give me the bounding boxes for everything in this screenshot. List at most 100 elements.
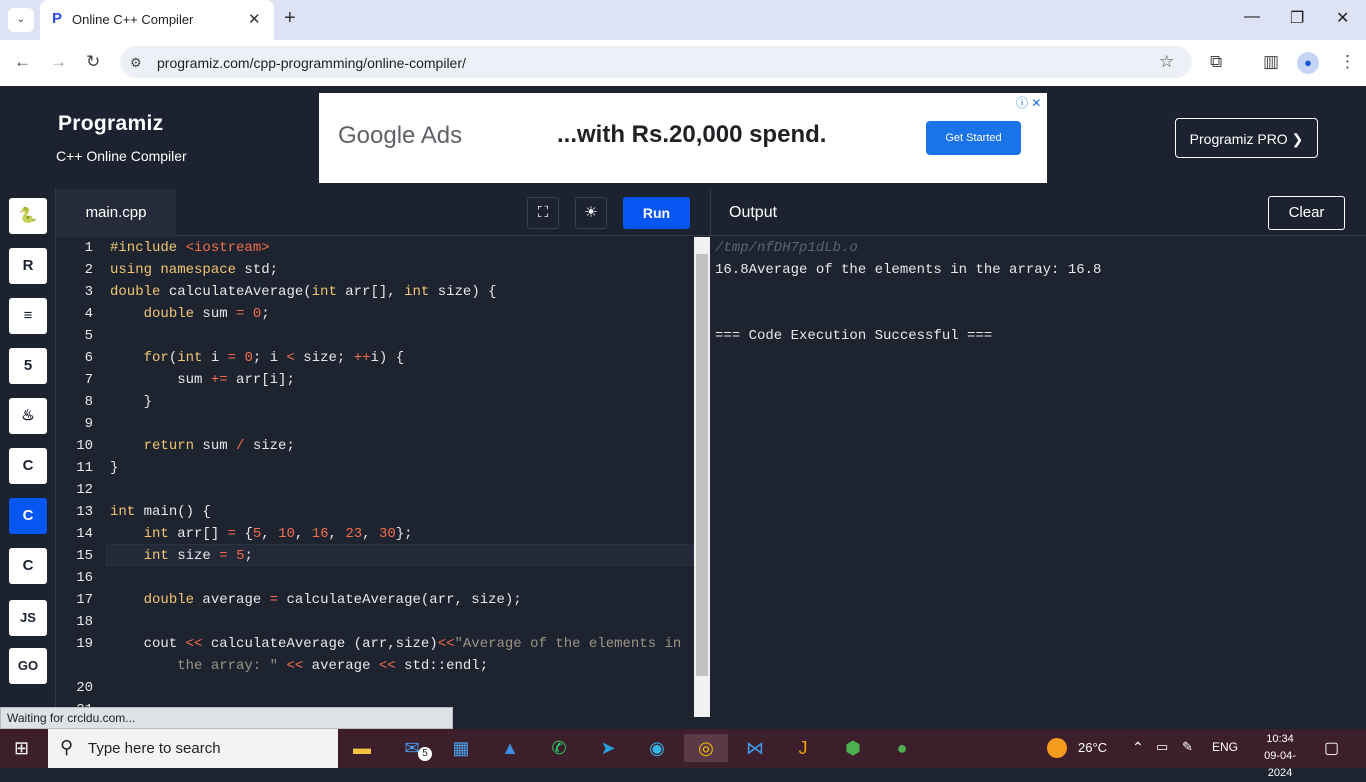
output-console[interactable]: /tmp/nfDH7p1dLb.o 16.8Average of the ele… — [711, 237, 1366, 729]
line-number: 9 — [84, 416, 93, 432]
clock-date: 09-04-2024 — [1264, 750, 1296, 779]
code-line: sum += arr[i]; — [110, 372, 295, 388]
line-number: 6 — [84, 350, 93, 366]
sidebar-item-r[interactable]: R — [9, 248, 47, 284]
sidebar-item-sql[interactable]: ≡ — [9, 298, 47, 334]
weather-temperature[interactable]: 26°C — [1078, 740, 1107, 755]
code-line: double average = calculateAverage(arr, s… — [143, 592, 522, 608]
minimize-icon[interactable]: — — [1244, 8, 1260, 26]
line-number: 20 — [76, 680, 93, 696]
taskbar-search-input[interactable]: Type here to search — [48, 729, 338, 768]
line-number: 16 — [76, 570, 93, 586]
url-text[interactable]: programiz.com/cpp-programming/online-com… — [157, 55, 466, 71]
sidebar-item-go[interactable]: GO — [9, 648, 47, 684]
output-line: === Code Execution Successful === — [715, 328, 993, 344]
extensions-icon[interactable]: ⧉ — [1210, 52, 1222, 72]
chrome-icon[interactable]: ◎ — [684, 734, 728, 762]
theme-toggle-icon[interactable]: ☀ — [575, 197, 607, 229]
code-editor[interactable]: 1 2 3 4 5 6 7 8 9 10 11 12 13 14 15 16 1… — [56, 237, 694, 717]
code-line: int size = 5; — [143, 548, 253, 564]
sidebar-item-c[interactable]: C — [9, 448, 47, 484]
telegram-icon[interactable]: ➤ — [593, 734, 623, 762]
code-line: int arr[] = {5, 10, 16, 23, 30}; — [143, 526, 413, 542]
restore-icon[interactable]: ❐ — [1290, 8, 1304, 28]
output-line: /tmp/nfDH7p1dLb.o — [715, 240, 858, 256]
windows-start-icon[interactable]: ⊞ — [14, 738, 29, 759]
line-number: 8 — [84, 394, 93, 410]
code-line: } — [110, 460, 119, 476]
sidebar-item-cpp[interactable]: C — [9, 498, 47, 534]
code-line: for(int i = 0; i < size; ++i) { — [143, 350, 405, 366]
editor-scrollbar-thumb[interactable] — [696, 254, 708, 676]
sidebar-item-csharp[interactable]: C — [9, 548, 47, 584]
notifications-icon[interactable]: ▢ — [1324, 738, 1339, 758]
photos-icon[interactable]: ▲ — [495, 734, 525, 762]
ad-get-started-button[interactable]: Get Started — [926, 121, 1021, 155]
code-line: return sum / size; — [143, 438, 295, 454]
code-line: double calculateAverage(int arr[], int s… — [110, 284, 497, 300]
line-number: 15 — [76, 548, 93, 564]
pen-icon[interactable]: ✎ — [1182, 739, 1193, 755]
whatsapp-icon[interactable]: ✆ — [544, 734, 574, 762]
tab-search-button[interactable]: ⌄ — [8, 8, 34, 32]
code-line: } — [110, 394, 153, 410]
taskbar-clock[interactable]: 10:34 09-04-2024 — [1258, 731, 1302, 782]
clear-button[interactable]: Clear — [1268, 196, 1345, 230]
site-info-icon[interactable]: ⚙ — [130, 55, 142, 71]
line-number: 5 — [84, 328, 93, 344]
vscode-icon[interactable]: ⋈ — [740, 734, 770, 762]
output-title: Output — [729, 204, 778, 221]
tab-title: Online C++ Compiler — [72, 12, 194, 27]
ad-brand: Google Ads — [338, 122, 463, 149]
line-number: 4 — [84, 306, 93, 322]
tray-chevron-icon[interactable]: ⌃ — [1132, 739, 1144, 756]
file-explorer-icon[interactable]: ▬ — [347, 734, 377, 762]
java-ide-icon[interactable]: J — [788, 734, 818, 762]
programiz-pro-button[interactable]: Programiz PRO ❯ — [1175, 118, 1318, 158]
line-number: 14 — [76, 526, 93, 542]
programiz-logo[interactable]: Programiz — [58, 112, 163, 136]
line-number: 18 — [76, 614, 93, 630]
forward-icon[interactable]: → — [50, 52, 67, 72]
new-tab-icon[interactable]: + — [284, 7, 296, 30]
line-number: 13 — [76, 504, 93, 520]
edge-icon[interactable]: ◉ — [642, 734, 672, 762]
side-panel-icon[interactable]: ▥ — [1263, 52, 1279, 72]
line-number: 17 — [76, 592, 93, 608]
line-number: 3 — [84, 284, 93, 300]
code-line: using namespace std; — [110, 262, 279, 278]
fullscreen-icon[interactable]: ⛶ — [527, 197, 559, 229]
code-line: the array: " << average << std::endl; — [177, 658, 489, 674]
line-number: 10 — [76, 438, 93, 454]
battery-icon[interactable]: ▭ — [1156, 739, 1168, 755]
browser-status-bar: Waiting for crcldu.com... — [0, 707, 453, 729]
ad-close-icon[interactable]: ⓘ ✕ — [1016, 94, 1041, 111]
sidebar-item-html[interactable]: 5 — [9, 348, 47, 384]
store-icon[interactable]: ▦ — [446, 734, 476, 762]
line-number: 1 — [84, 240, 93, 256]
reload-icon[interactable]: ↻ — [86, 52, 100, 72]
code-line: double sum = 0; — [143, 306, 270, 322]
line-number: 11 — [76, 460, 93, 476]
clock-time: 10:34 — [1266, 733, 1294, 745]
mongodb-icon[interactable]: ● — [887, 734, 917, 762]
page-subtitle: C++ Online Compiler — [56, 148, 187, 164]
profile-avatar[interactable]: ● — [1297, 52, 1319, 74]
nodejs-icon[interactable]: ⬢ — [838, 734, 868, 762]
menu-kebab-icon[interactable]: ⋮ — [1339, 52, 1356, 72]
search-icon: ⚲ — [60, 737, 74, 757]
tab-close-icon[interactable]: ✕ — [248, 10, 261, 28]
back-icon[interactable]: ← — [14, 52, 31, 72]
line-number: 2 — [84, 262, 93, 278]
line-number: 19 — [76, 636, 93, 652]
sidebar-item-python[interactable]: 🐍 — [9, 198, 47, 234]
input-language[interactable]: ENG — [1212, 740, 1238, 754]
bookmark-star-icon[interactable]: ☆ — [1159, 52, 1174, 72]
run-button[interactable]: Run — [623, 197, 690, 229]
window-close-icon[interactable]: ✕ — [1336, 8, 1349, 28]
weather-sun-icon[interactable] — [1047, 738, 1067, 758]
file-tab-main-cpp[interactable]: main.cpp — [56, 189, 176, 237]
sidebar-item-java[interactable]: ♨ — [9, 398, 47, 434]
mail-badge: 5 — [418, 747, 432, 761]
sidebar-item-js[interactable]: JS — [9, 600, 47, 636]
